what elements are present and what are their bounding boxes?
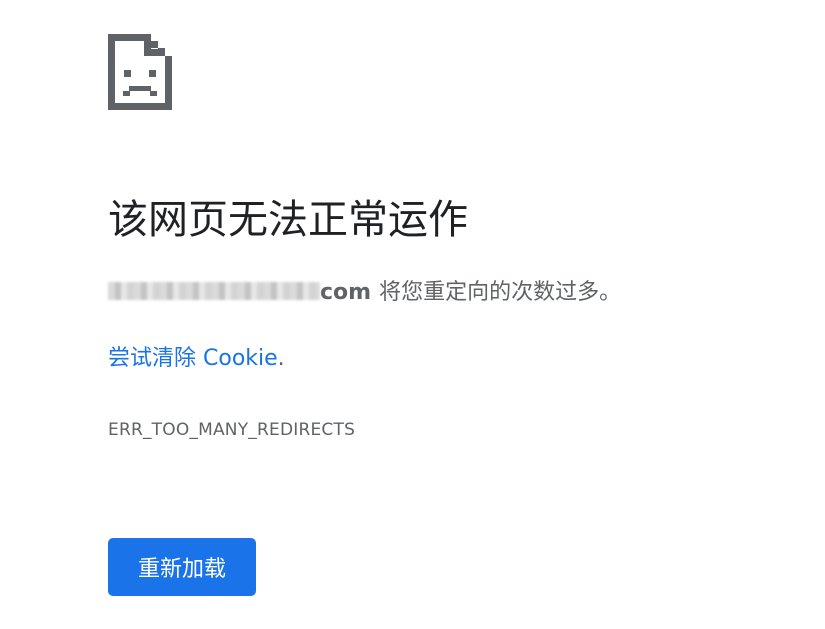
hostname-suffix: com — [320, 280, 372, 305]
suggestion-line: 尝试清除 Cookie. — [108, 344, 285, 374]
error-description: com 将您重定向的次数过多。 — [108, 278, 621, 308]
link-suffix: . — [277, 346, 285, 371]
description-text: 将您重定向的次数过多。 — [379, 280, 622, 305]
page-title: 该网页无法正常运作 — [108, 197, 468, 243]
error-code: ERR_TOO_MANY_REDIRECTS — [108, 420, 356, 440]
reload-button[interactable]: 重新加载 — [108, 538, 256, 596]
redacted-hostname — [108, 282, 320, 300]
clear-cookies-link[interactable]: 尝试清除 Cookie — [108, 346, 278, 371]
error-page: 该网页无法正常运作 com 将您重定向的次数过多。 尝试清除 Cookie. ER… — [0, 0, 825, 629]
sad-page-icon — [108, 34, 172, 110]
